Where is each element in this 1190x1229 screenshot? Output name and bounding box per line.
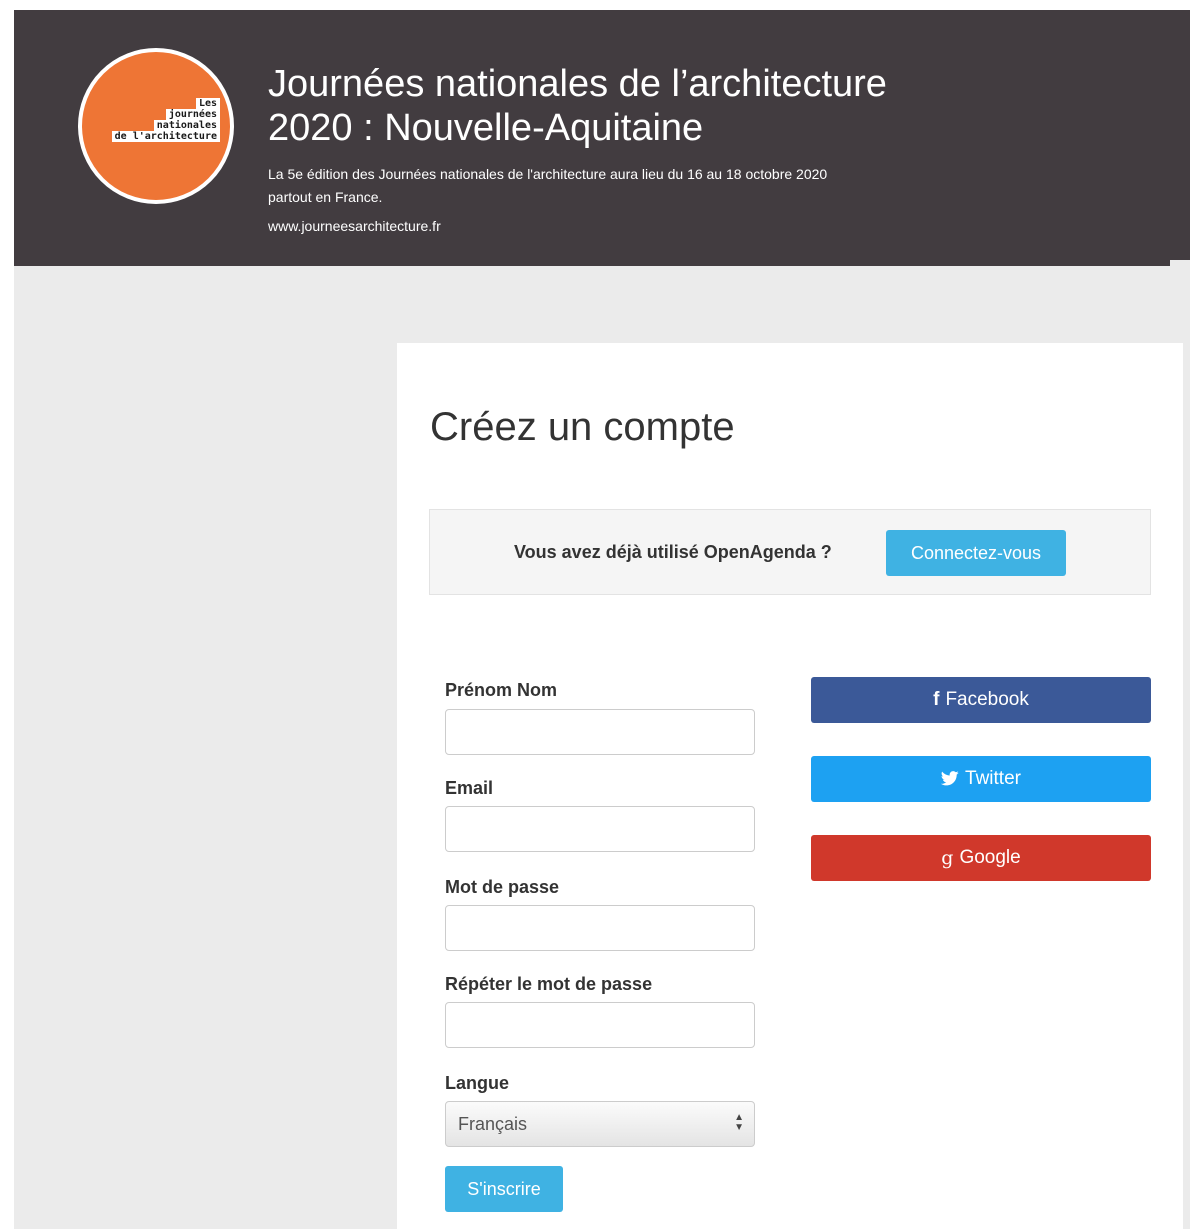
logo-line: Les [195,98,220,109]
twitter-login-button[interactable]: Twitter [811,756,1151,802]
login-button[interactable]: Connectez-vous [886,530,1066,576]
password-repeat-input[interactable] [445,1002,755,1048]
select-arrows-icon: ▲ ▼ [734,1112,744,1133]
existing-account-box: Vous avez déjà utilisé OpenAgenda ? Conn… [429,509,1151,595]
header-edge [1170,10,1190,260]
language-select[interactable]: Français ▲ ▼ [445,1101,755,1147]
password-repeat-label: Répéter le mot de passe [445,974,653,994]
signup-submit-button[interactable]: S'inscrire [445,1166,563,1212]
twitter-icon [940,768,959,790]
name-input[interactable] [445,709,755,755]
name-label: Prénom Nom [445,680,558,700]
event-website-link[interactable]: www.journeesarchitecture.fr [268,218,441,234]
event-header: Les journées nationales de l'architectur… [14,10,1170,266]
existing-account-prompt: Vous avez déjà utilisé OpenAgenda ? [514,542,832,562]
event-logo: Les journées nationales de l'architectur… [78,48,234,204]
event-description: La 5e édition des Journées nationales de… [268,166,828,205]
email-input[interactable] [445,806,755,852]
event-title: Journées nationales de l’architecture 20… [268,62,1068,150]
google-label: Google [959,847,1021,868]
google-login-button[interactable]: g Google [811,835,1151,881]
event-title-line2: 2020 : Nouvelle-Aquitaine [268,107,704,149]
page: Les journées nationales de l'architectur… [0,0,1190,1229]
event-title-line1: Journées nationales de l’architecture [268,63,887,105]
logo-line: nationales [153,120,220,131]
twitter-label: Twitter [965,768,1021,789]
language-selected-value: Français [458,1114,528,1134]
logo-line: journées [165,109,220,120]
page-title: Créez un compte [430,405,735,449]
logo-text: Les journées nationales de l'architectur… [111,98,220,142]
facebook-login-button[interactable]: f Facebook [811,677,1151,723]
language-label: Langue [445,1073,510,1093]
logo-line: de l'architecture [111,131,220,142]
signup-card: Créez un compte Vous avez déjà utilisé O… [397,343,1183,1229]
password-label: Mot de passe [445,877,560,897]
google-icon: g [941,847,954,869]
password-input[interactable] [445,905,755,951]
email-label: Email [445,778,494,798]
facebook-icon: f [933,689,940,710]
facebook-label: Facebook [945,689,1029,710]
